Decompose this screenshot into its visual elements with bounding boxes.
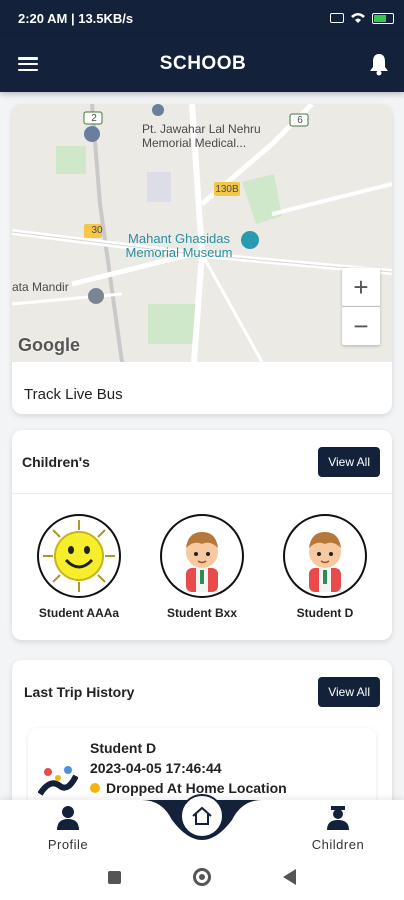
status-bar: 2:20 AM | 13.5KB/s [0,0,404,36]
children-header: Children's View All [12,430,392,494]
trip-student-name: Student D [90,740,157,756]
hospital-label: Pt. Jawahar Lal Nehru Memorial Medical..… [142,122,261,150]
wifi-icon [351,13,365,23]
system-navigation [0,854,404,900]
children-title: Children's [22,453,90,470]
google-logo: Google [18,335,80,355]
trip-status: Dropped At Home Location [90,780,287,796]
children-card: Children's View All Student AAAa Student… [12,430,392,640]
trip-datetime: 2023-04-05 17:46:44 [90,760,222,776]
home-button[interactable] [180,794,224,838]
live-map-card[interactable]: 30 130B 2 6 Pt. Jawahar Lal Nehru Memori… [12,104,392,414]
app-title: SCHOOB [159,53,247,74]
child-item[interactable]: Student Bxx [147,514,257,620]
zoom-in-button[interactable]: + [342,268,380,306]
child-name: Student AAAa [38,606,120,620]
profile-icon [57,806,79,830]
nav-children-label: Children [311,837,365,852]
child-item[interactable]: Student AAAa [24,514,134,620]
status-text: 2:20 AM | 13.5KB/s [18,10,134,26]
children-view-all-button[interactable]: View All [318,446,380,477]
track-live-bus-label[interactable]: Track Live Bus [24,386,123,403]
status-dot-icon [90,783,100,793]
menu-icon[interactable] [18,57,38,71]
trip-history-title: Last Trip History [24,684,135,700]
road-130b-label: 130B [215,184,239,195]
nav-profile[interactable]: Profile [28,804,108,852]
child-name: Student D [296,606,354,620]
notification-bell-icon[interactable] [368,52,390,76]
temple-label: ata Mandir [12,280,69,294]
battery-icon [372,12,394,24]
children-icon [327,806,349,830]
home-system-icon[interactable] [193,868,211,886]
sun-avatar-icon [37,514,121,598]
road-2-label: 2 [91,113,97,124]
recent-apps-icon[interactable] [108,870,121,884]
museum-label: Mahant Ghasidas Memorial Museum [125,231,233,260]
child-item[interactable]: Student D [270,514,380,620]
route-illustration-icon [38,766,78,796]
home-icon [192,806,212,825]
back-icon[interactable] [283,869,296,885]
road-6-label: 6 [297,115,303,126]
notification-icon [330,13,344,23]
boy-avatar-icon [283,514,367,598]
road-30-label: 30 [91,225,103,236]
map-view[interactable]: 30 130B 2 6 Pt. Jawahar Lal Nehru Memori… [12,104,392,362]
trip-view-all-button[interactable]: View All [318,677,380,707]
child-name: Student Bxx [166,606,237,620]
nav-children[interactable]: Children [298,804,378,852]
app-bar: SCHOOB [0,36,404,92]
boy-avatar-icon [160,514,244,598]
zoom-out-button[interactable]: − [342,307,380,345]
trip-history-header: Last Trip History View All [12,660,392,724]
nav-profile-label: Profile [47,837,89,852]
